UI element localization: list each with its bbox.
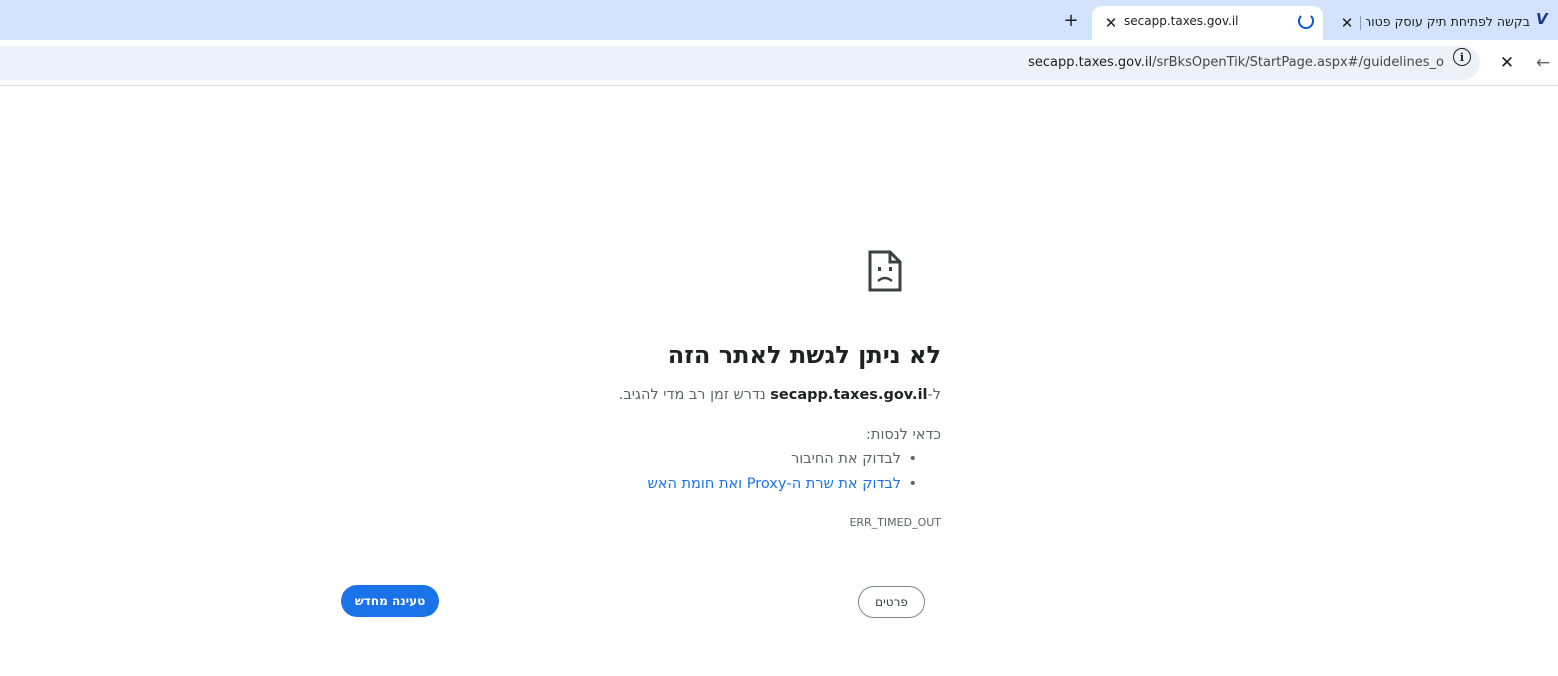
reload-button[interactable]: טעינה מחדש — [341, 585, 439, 617]
toolbar: secapp.taxes.gov.il/srBksOpenTik/StartPa… — [0, 40, 1558, 86]
url-text[interactable]: secapp.taxes.gov.il/srBksOpenTik/StartPa… — [1028, 55, 1444, 70]
try-label: כדאי לנסות: — [866, 427, 941, 443]
new-tab-button[interactable]: + — [1059, 8, 1083, 32]
tab-separator — [1360, 16, 1361, 30]
url-host: secapp.taxes.gov.il — [1028, 55, 1153, 70]
close-tab-icon[interactable]: ✕ — [1100, 12, 1122, 34]
site-info-icon[interactable]: i — [1453, 48, 1471, 66]
error-description: ל-secapp.taxes.gov.il נדרש זמן רב מדי לה… — [619, 387, 941, 403]
suggestion-list: לבדוק את החיבור לבדוק את שרת ה-Proxy ואת… — [647, 451, 941, 501]
details-button[interactable]: פרטים — [858, 586, 925, 618]
proxy-link[interactable]: לבדוק את שרת ה-Proxy ואת חומת האש — [647, 476, 901, 492]
stop-loading-button[interactable]: ✕ — [1496, 52, 1518, 74]
error-title: לא ניתן לגשת לאתר הזה — [667, 341, 941, 369]
suggestion-check-connection: לבדוק את החיבור — [647, 451, 941, 476]
tab-strip: + ✕ secapp.taxes.gov.il ✕ בקשה לפתיחת תי… — [0, 0, 1558, 40]
tab-secapp[interactable]: ✕ secapp.taxes.gov.il — [1092, 6, 1323, 40]
details-label: פרטים — [875, 595, 908, 609]
tab-title: secapp.taxes.gov.il — [1124, 14, 1239, 28]
sad-page-icon — [868, 250, 902, 292]
back-button[interactable]: ← — [1532, 52, 1554, 74]
desc-prefix: ל- — [927, 387, 941, 403]
loading-spinner-icon — [1298, 13, 1314, 29]
tab-title: בקשה לפתיחת תיק עוסק פטור — [1366, 14, 1530, 29]
favicon-icon: V — [1536, 10, 1548, 28]
tab-tik-request[interactable]: ✕ בקשה לפתיחת תיק עוסק פטור V — [1330, 6, 1558, 40]
url-path: /srBksOpenTik/StartPage.aspx#/guidelines… — [1152, 55, 1444, 70]
desc-suffix: נדרש זמן רב מדי להגיב. — [618, 387, 771, 403]
close-tab-icon[interactable]: ✕ — [1336, 12, 1358, 34]
suggestion-check-proxy[interactable]: לבדוק את שרת ה-Proxy ואת חומת האש — [647, 476, 941, 501]
error-page: לא ניתן לגשת לאתר הזה ל-secapp.taxes.gov… — [0, 87, 1558, 676]
suggestion-text: לבדוק את החיבור — [791, 451, 901, 467]
address-bar[interactable]: secapp.taxes.gov.il/srBksOpenTik/StartPa… — [0, 46, 1480, 80]
desc-host: secapp.taxes.gov.il — [770, 387, 928, 403]
error-code: ERR_TIMED_OUT — [849, 516, 941, 529]
